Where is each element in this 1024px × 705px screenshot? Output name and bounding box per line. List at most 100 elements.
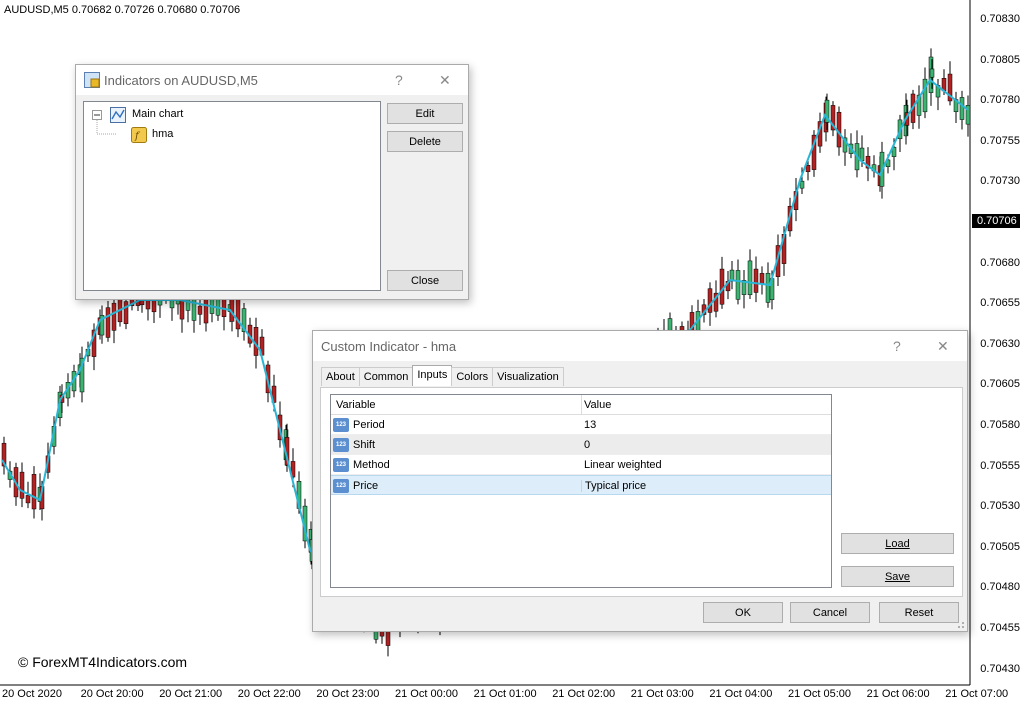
- candle-body: [111, 302, 117, 331]
- table-row[interactable]: 123 Shift 0: [331, 435, 831, 455]
- time-tick-label: 20 Oct 22:00: [237, 688, 301, 700]
- tab-inputs[interactable]: Inputs: [412, 365, 453, 386]
- candle-body: [747, 260, 753, 296]
- time-tick-label: 21 Oct 02:00: [552, 688, 616, 700]
- variable-name: Period: [353, 419, 385, 431]
- time-tick-label: 20 Oct 20:00: [80, 688, 144, 700]
- variable-value[interactable]: 0: [584, 439, 590, 451]
- inputs-grid[interactable]: Variable Value 123 Period 13 123 Shift 0…: [330, 394, 832, 588]
- candle-body: [859, 147, 865, 162]
- price-tick-label: 0.70455: [980, 622, 1020, 634]
- time-tick-label: 21 Oct 03:00: [630, 688, 694, 700]
- price-tick-label: 0.70555: [980, 459, 1020, 472]
- custom-indicator-icon: f: [131, 127, 147, 143]
- candle-body: [959, 97, 965, 120]
- symbol-info: AUDUSD,M5 0.70682 0.70726 0.70680 0.7070…: [4, 4, 241, 16]
- table-row[interactable]: 123 Method Linear weighted: [331, 455, 831, 475]
- candle-body: [25, 495, 31, 504]
- number-input-icon: 123: [333, 479, 349, 493]
- tab-about[interactable]: About: [321, 367, 360, 386]
- candle-body: [31, 474, 37, 510]
- watermark: © ForexMT4Indicators.com: [18, 654, 188, 670]
- candle-body: [799, 180, 805, 189]
- time-tick-label: 21 Oct 07:00: [945, 688, 1009, 700]
- variable-value[interactable]: Typical price: [581, 480, 646, 492]
- number-input-icon: 123: [333, 418, 349, 432]
- indicator-tree[interactable]: Main chart f hma: [83, 101, 381, 291]
- custom-dialog-titlebar[interactable]: Custom Indicator - hma ? ✕: [313, 331, 967, 361]
- candle-body: [765, 272, 771, 303]
- variable-name: Method: [353, 459, 390, 471]
- time-tick-label: 21 Oct 04:00: [709, 688, 773, 700]
- candle-body: [735, 270, 741, 300]
- close-button[interactable]: Close: [387, 270, 463, 291]
- variable-name: Price: [353, 480, 379, 492]
- time-tick-label: 21 Oct 06:00: [866, 688, 930, 700]
- tree-branch-line: [96, 120, 116, 135]
- time-tick-label: 21 Oct 05:00: [788, 688, 851, 700]
- time-tick-label: 21 Oct 01:00: [473, 688, 537, 700]
- save-button[interactable]: Save: [841, 566, 954, 587]
- time-tick-label: 20 Oct 21:00: [159, 688, 223, 700]
- number-input-icon: 123: [333, 438, 349, 452]
- delete-button[interactable]: Delete: [387, 131, 463, 152]
- tree-item-main-chart[interactable]: Main chart: [132, 108, 183, 120]
- price-tick-label: 0.70755: [980, 134, 1020, 147]
- close-icon[interactable]: ✕: [937, 338, 949, 355]
- price-tick-label: 0.70580: [980, 419, 1020, 431]
- tab-colors[interactable]: Colors: [451, 367, 494, 386]
- custom-dialog-title: Custom Indicator - hma: [321, 338, 457, 354]
- price-tick-label: 0.70780: [980, 94, 1020, 107]
- candle-body: [235, 297, 241, 330]
- time-tick-label: 21 Oct 00:00: [395, 688, 458, 700]
- price-tick-label: 0.70480: [980, 581, 1020, 594]
- tab-visualization[interactable]: Visualization: [492, 367, 564, 386]
- candle-body: [191, 297, 197, 321]
- price-tick-label: 0.70805: [980, 53, 1020, 66]
- indicators-dialog-titlebar[interactable]: Indicators on AUDUSD,M5 ? ✕: [76, 65, 468, 95]
- ok-button[interactable]: OK: [703, 602, 783, 623]
- candle-body: [929, 68, 935, 78]
- number-input-icon: 123: [333, 458, 349, 472]
- edit-button[interactable]: Edit: [387, 103, 463, 124]
- price-tick-label: 0.70630: [980, 337, 1020, 350]
- price-tick-label: 0.70680: [980, 256, 1020, 269]
- price-tick-label: 0.70830: [980, 13, 1020, 25]
- help-icon[interactable]: ?: [893, 338, 901, 354]
- time-tick-label: 20 Oct 23:00: [316, 688, 380, 700]
- inputs-panel: Variable Value 123 Period 13 123 Shift 0…: [320, 387, 963, 597]
- candle-body: [753, 268, 759, 293]
- candle-body: [123, 301, 129, 324]
- help-icon[interactable]: ?: [395, 72, 403, 88]
- cancel-button[interactable]: Cancel: [790, 602, 870, 623]
- column-header-variable[interactable]: Variable: [336, 399, 376, 411]
- price-tick-label: 0.70655: [980, 297, 1020, 310]
- candle-body: [19, 471, 25, 499]
- tab-strip: About Common Inputs Colors Visualization: [321, 365, 564, 387]
- indicators-dialog: Indicators on AUDUSD,M5 ? ✕ Main chart f…: [75, 64, 469, 300]
- tab-common[interactable]: Common: [358, 367, 414, 386]
- price-tick-label: 0.70605: [980, 378, 1020, 391]
- column-header-value[interactable]: Value: [584, 399, 611, 411]
- load-button[interactable]: Load: [841, 533, 954, 554]
- price-tick-label: 0.70430: [980, 662, 1020, 675]
- table-row[interactable]: 123 Price Typical price: [331, 475, 831, 495]
- variable-value[interactable]: 13: [584, 419, 596, 431]
- price-tick-label: 0.70530: [980, 500, 1020, 513]
- tree-item-hma[interactable]: hma: [152, 128, 173, 140]
- candle-body: [759, 273, 765, 285]
- resize-grip-icon[interactable]: [955, 619, 965, 629]
- candle-body: [105, 307, 111, 338]
- time-tick-label: 20 Oct 2020: [2, 688, 62, 700]
- candle-body: [707, 288, 713, 313]
- variable-value[interactable]: Linear weighted: [584, 459, 662, 471]
- tree-collapse-icon[interactable]: [92, 110, 102, 120]
- variable-name: Shift: [353, 439, 376, 451]
- price-tick-label: 0.70505: [980, 540, 1020, 553]
- candle-body: [805, 165, 811, 172]
- current-price-tag: 0.70706: [972, 214, 1020, 228]
- table-row[interactable]: 123 Period 13: [331, 415, 831, 435]
- price-tick-label: 0.70730: [980, 175, 1020, 188]
- close-icon[interactable]: ✕: [439, 72, 451, 89]
- reset-button[interactable]: Reset: [879, 602, 959, 623]
